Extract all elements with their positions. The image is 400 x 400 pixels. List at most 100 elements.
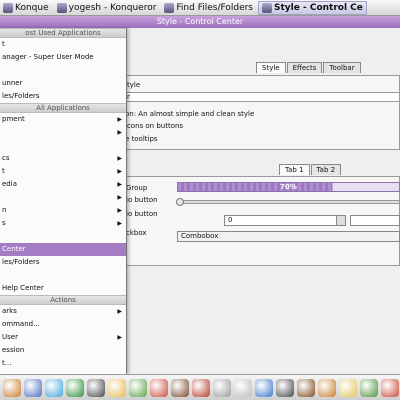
- menu-item[interactable]: ▶: [0, 126, 126, 139]
- menu-item[interactable]: [0, 139, 126, 152]
- menu-item-label: User: [2, 333, 18, 341]
- menu-item[interactable]: [0, 64, 126, 77]
- menu-item[interactable]: unner: [0, 77, 126, 90]
- taskbar-task[interactable]: yogesh - Konqueror: [54, 1, 160, 15]
- menu-item[interactable]: les/Folders: [0, 90, 126, 103]
- menu-item[interactable]: s ▶: [0, 217, 126, 230]
- app-icon: [3, 2, 13, 13]
- menu-item[interactable]: n ▶: [0, 204, 126, 217]
- style-tabs: Style Effects Toolbar: [256, 62, 362, 73]
- app-icon: [56, 2, 67, 13]
- option-icons-label[interactable]: icons on buttons: [125, 122, 183, 130]
- photo-icon[interactable]: [360, 378, 378, 397]
- menu-item-label: edia: [2, 180, 17, 188]
- cd-icon[interactable]: [234, 378, 252, 397]
- calendar-icon[interactable]: [108, 378, 126, 397]
- tab-effects[interactable]: Effects: [286, 62, 323, 73]
- menu-item[interactable]: ession: [0, 344, 126, 357]
- style-description: on: An almost simple and clean style: [125, 110, 255, 118]
- task-label: yogesh - Konqueror: [68, 2, 157, 13]
- menu-item[interactable]: Help Center: [0, 282, 126, 295]
- submenu-arrow-icon: ▶: [117, 181, 122, 188]
- settings-icon[interactable]: [381, 378, 399, 397]
- tab-preview-1[interactable]: Tab 1: [279, 164, 310, 175]
- taskbar: Konque yogesh - Konqueror Find Files/Folde…: [0, 0, 400, 16]
- submenu-arrow-icon: ▶: [117, 194, 122, 201]
- menu-item[interactable]: pment ▶: [0, 113, 126, 126]
- menu-item[interactable]: ▶: [0, 191, 126, 204]
- menu-section-header: Actions: [0, 295, 126, 305]
- spinbox-buttons[interactable]: [336, 216, 345, 225]
- task-label: Konque: [15, 2, 49, 13]
- chat-icon[interactable]: [297, 378, 315, 397]
- widget-style-value: r: [127, 93, 130, 101]
- menu-item[interactable]: arks ▶: [0, 305, 126, 318]
- widget-style-select[interactable]: r: [125, 92, 400, 102]
- slider[interactable]: [176, 198, 400, 206]
- submenu-arrow-icon: ▶: [117, 207, 122, 214]
- radio-button-2-label[interactable]: io button: [126, 210, 158, 218]
- style-frame: tyle r on: An almost simple and clean st…: [120, 75, 400, 150]
- tab-toolbar[interactable]: Toolbar: [323, 62, 361, 73]
- menu-item-label: pment: [2, 115, 25, 123]
- checkbox-label[interactable]: ckbox: [126, 229, 147, 237]
- menu-item[interactable]: t ▶: [0, 165, 126, 178]
- headphones-icon[interactable]: [276, 378, 294, 397]
- media-player-icon[interactable]: [129, 378, 147, 397]
- submenu-arrow-icon: ▶: [117, 129, 122, 136]
- menu-item-label: arks: [2, 307, 17, 315]
- graphics-icon[interactable]: [318, 378, 336, 397]
- presentation-icon[interactable]: [192, 378, 210, 397]
- menu-item[interactable]: User ▶: [0, 331, 126, 344]
- taskbar-task[interactable]: Find Files/Folders: [161, 1, 256, 15]
- menu-item[interactable]: [0, 269, 126, 282]
- menu-item[interactable]: cs ▶: [0, 152, 126, 165]
- combobox[interactable]: Combobox: [177, 231, 400, 242]
- menu-item-label: Help Center: [2, 284, 44, 292]
- taskbar-task[interactable]: Style - Control Ce: [258, 0, 367, 15]
- menu-section-header: All Applications: [0, 103, 126, 113]
- menu-item[interactable]: [0, 230, 126, 243]
- task-label: Style - Control Ce: [274, 2, 363, 13]
- menu-item-label: ommand...: [2, 320, 40, 328]
- menu-item[interactable]: edia ▶: [0, 178, 126, 191]
- game-icon[interactable]: [339, 378, 357, 397]
- window-title-bar[interactable]: Style - Control Center: [0, 16, 400, 28]
- tab-style[interactable]: Style: [256, 62, 286, 73]
- menu-item-label: les/Folders: [2, 258, 40, 266]
- notes-icon[interactable]: [150, 378, 168, 397]
- menu-item-label: n: [2, 206, 7, 214]
- menu-item-label: s: [2, 219, 6, 227]
- spreadsheet-icon[interactable]: [171, 378, 189, 397]
- line-edit[interactable]: [350, 215, 400, 226]
- submenu-arrow-icon: ▶: [117, 334, 122, 341]
- menu-item-label: ession: [2, 346, 25, 354]
- network-icon[interactable]: [66, 378, 84, 397]
- browser-icon[interactable]: [45, 378, 63, 397]
- menu-item[interactable]: anager - Super User Mode: [0, 51, 126, 64]
- slider-handle[interactable]: [176, 198, 184, 206]
- menu-item[interactable]: les/Folders: [0, 256, 126, 269]
- submenu-arrow-icon: ▶: [117, 155, 122, 162]
- spinbox[interactable]: 0: [224, 215, 346, 226]
- menu-item-label: anager - Super User Mode: [2, 53, 94, 61]
- home-icon[interactable]: [3, 378, 21, 397]
- menu-item[interactable]: t...: [0, 357, 126, 370]
- konqueror-icon[interactable]: [24, 378, 42, 397]
- menu-item[interactable]: Center: [0, 243, 126, 256]
- taskbar-task[interactable]: Konque: [0, 1, 52, 15]
- menu-item[interactable]: t: [0, 38, 126, 51]
- bottom-panel: [0, 374, 400, 400]
- group-label: Group: [126, 184, 148, 192]
- preview-tabs: Tab 1 Tab 2: [279, 164, 342, 175]
- progress-bar: 70%: [177, 182, 400, 192]
- k-menu: ost Used Applications t anager - Super Use…: [0, 28, 127, 374]
- email-icon[interactable]: [87, 378, 105, 397]
- radio-button-1-label[interactable]: io button: [126, 196, 158, 204]
- progress-text: 70%: [280, 183, 297, 191]
- imageviewer-icon[interactable]: [213, 378, 231, 397]
- music-icon[interactable]: [255, 378, 273, 397]
- option-tooltips-label[interactable]: e tooltips: [125, 135, 158, 143]
- tab-preview-2[interactable]: Tab 2: [310, 164, 342, 175]
- menu-item[interactable]: ommand...: [0, 318, 126, 331]
